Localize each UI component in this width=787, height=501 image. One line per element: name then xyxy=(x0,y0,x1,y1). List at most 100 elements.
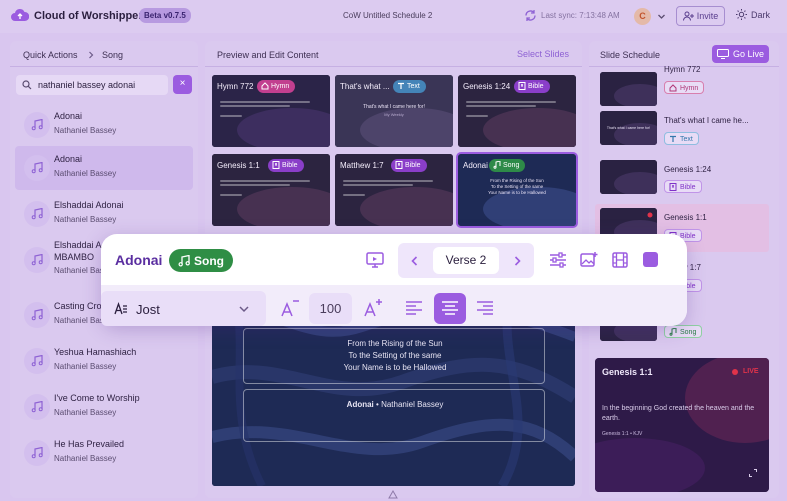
live-preview-card[interactable]: Genesis 1:1 LIVE In the beginning God cr… xyxy=(595,358,769,492)
slide-tile[interactable]: Adonai Song From the Rising of the Sun To t… xyxy=(456,152,578,228)
sync-icon[interactable] xyxy=(524,9,537,22)
theme-label: Dark xyxy=(751,9,771,20)
cloud-logo-icon xyxy=(11,8,29,24)
go-live-button[interactable]: Go Live xyxy=(712,45,769,63)
current-verse[interactable]: Verse 2 xyxy=(433,247,499,274)
tag-label: Hymn xyxy=(271,83,290,90)
song-list-item[interactable]: Elshaddai Adonai Nathaniel Bassey xyxy=(15,192,193,236)
music-note-icon xyxy=(24,348,50,374)
tile-text-placeholder xyxy=(220,115,242,117)
next-verse-button[interactable] xyxy=(511,255,523,267)
tile-title: That's what ... xyxy=(340,82,390,91)
tile-type-tag: Hymn xyxy=(257,80,296,93)
invite-label: Invite xyxy=(696,11,719,21)
tile-body-text: That's what I came here for! xyxy=(363,104,425,110)
tag-label: Song xyxy=(503,162,520,169)
live-title: Genesis 1:1 xyxy=(602,367,653,377)
previous-verse-button[interactable] xyxy=(409,255,421,267)
tile-text-placeholder xyxy=(343,184,413,186)
font-size-input[interactable]: 100 xyxy=(309,293,352,324)
music-note-icon xyxy=(24,201,50,227)
credit-box[interactable]: Adonai • Nathaniel Bassey xyxy=(243,389,545,442)
song-author: Nathaniel Bassey xyxy=(54,454,117,463)
tile-type-tag: Song xyxy=(489,159,526,172)
add-user-icon xyxy=(682,11,694,21)
slide-tile[interactable]: Matthew 1:7 Bible xyxy=(335,154,453,226)
live-reference: Genesis 1:1 • KJV xyxy=(602,431,643,437)
schedule-item-label[interactable]: Genesis 1:1 xyxy=(664,213,779,222)
song-author: Nathaniel Bassey xyxy=(54,362,117,371)
video-film-icon[interactable] xyxy=(611,251,631,271)
song-author: Nathaniel Bassey xyxy=(54,408,117,417)
chevron-down-icon[interactable] xyxy=(657,12,666,21)
breadcrumb-root[interactable]: Quick Actions xyxy=(23,50,78,60)
text-icon xyxy=(397,82,405,90)
tile-title: Matthew 1:7 xyxy=(340,161,384,170)
schedule-item-label[interactable]: That's what I came he... xyxy=(664,116,779,125)
increase-font-size-button[interactable] xyxy=(363,298,383,318)
tile-lyric-line: To the Setting of the same xyxy=(490,184,544,189)
decrease-font-size-button[interactable] xyxy=(280,298,300,318)
go-live-label: Go Live xyxy=(732,49,765,59)
lyric-line: To the Setting of the same xyxy=(348,351,442,360)
song-list-item[interactable]: I've Come to Worship Nathaniel Bassey xyxy=(15,385,193,429)
slide-tile[interactable]: That's what ... Text That's what I came he… xyxy=(335,75,453,147)
song-list-item[interactable]: He Has Prevailed Nathaniel Bassey xyxy=(15,431,193,475)
divider xyxy=(10,66,198,67)
expand-icon[interactable] xyxy=(749,469,757,477)
tile-type-tag: Text xyxy=(393,80,426,93)
hymn-icon xyxy=(669,84,677,92)
sun-icon xyxy=(736,9,747,20)
search-input[interactable]: nathaniel bassey adonai xyxy=(16,75,168,95)
select-slides-link[interactable]: Select Slides xyxy=(517,49,569,59)
align-center-button[interactable] xyxy=(434,293,466,324)
song-type-badge: Song xyxy=(169,249,233,272)
tile-title: Genesis 1:1 xyxy=(217,161,260,170)
schedule-item-label[interactable]: Hymn 772 xyxy=(664,65,779,74)
theme-toggle[interactable]: Dark xyxy=(736,9,770,20)
font-family-select[interactable]: Jost xyxy=(101,291,266,326)
tile-text-placeholder xyxy=(466,105,536,107)
slide-tile[interactable]: Hymn 772 Hymn xyxy=(212,75,330,147)
tag-label: Text xyxy=(680,136,693,143)
slide-tile[interactable]: Genesis 1:24 Bible xyxy=(458,75,576,147)
slide-tile[interactable]: Genesis 1:1 Bible xyxy=(212,154,330,226)
stop-square-button[interactable] xyxy=(643,252,658,267)
live-background xyxy=(595,358,769,492)
invite-button[interactable]: Invite xyxy=(676,6,725,26)
app-logo-icon xyxy=(388,490,398,499)
credit-title: Adonai xyxy=(346,400,374,409)
tag-label: Song xyxy=(680,329,697,336)
schedule-thumbnail[interactable] xyxy=(600,72,657,106)
song-title: I've Come to Worship xyxy=(54,393,140,403)
hymn-icon xyxy=(261,82,269,90)
settings-sliders-icon[interactable] xyxy=(549,251,569,271)
add-image-icon[interactable] xyxy=(580,251,600,271)
schedule-thumbnail[interactable]: That's what I came here for! xyxy=(600,111,657,145)
song-list-item[interactable]: Adonai Nathaniel Bassey xyxy=(15,146,193,190)
schedule-type-tag: Text xyxy=(664,132,699,145)
lyrics-box[interactable]: From the Rising of the Sun To the Settin… xyxy=(243,328,545,384)
live-indicator: LIVE xyxy=(743,368,759,375)
align-right-button[interactable] xyxy=(476,299,496,319)
version-badge: Beta v0.7.5 xyxy=(139,8,191,23)
song-author: Nathaniel Bassey xyxy=(54,126,117,135)
schedule-item-label[interactable]: Genesis 1:24 xyxy=(664,165,779,174)
user-avatar[interactable]: C xyxy=(634,8,651,25)
live-verse-text: In the beginning God created the heaven … xyxy=(602,405,755,422)
font-icon xyxy=(114,302,128,316)
last-sync-text: Last sync: 7:13:48 AM xyxy=(541,11,620,20)
tile-title: Genesis 1:24 xyxy=(463,82,511,91)
chevron-down-icon xyxy=(238,303,250,315)
schedule-thumbnail[interactable] xyxy=(600,160,657,194)
song-list-item[interactable]: Yeshua Hamashiach Nathaniel Bassey xyxy=(15,339,193,383)
present-screen-icon[interactable] xyxy=(366,251,386,271)
song-icon xyxy=(493,161,501,169)
song-list-item[interactable]: Adonai Nathaniel Bassey xyxy=(15,103,193,147)
schedule-title[interactable]: CoW Untitled Schedule 2 xyxy=(343,11,432,20)
align-left-button[interactable] xyxy=(405,299,425,319)
thumbnail-background xyxy=(600,160,657,194)
tile-type-tag: Bible xyxy=(268,159,304,172)
tile-sub-text: My Weekly xyxy=(384,112,404,117)
clear-search-button[interactable]: × xyxy=(173,75,192,94)
